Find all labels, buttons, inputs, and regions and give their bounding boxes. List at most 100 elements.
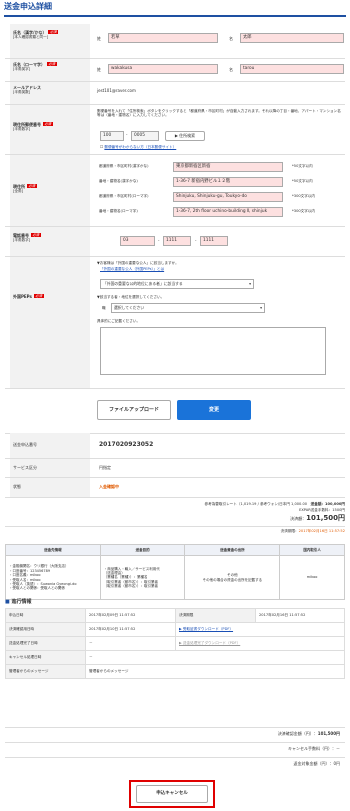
total-label: 返金対象金額（円）： — [293, 761, 334, 766]
label-cell: 現住所 必須 [全角] — [10, 155, 90, 226]
field-sublabel: [半角数字] — [13, 127, 31, 131]
label-cell: メールアドレス [半角英数] — [10, 82, 90, 104]
settlement-amount: 101,500円 — [306, 514, 345, 522]
table-row: 送金処理完了日時 － ▶ 送金処理完了ダウンロード（PDF） — [5, 636, 345, 651]
required-badge: 必須 — [31, 233, 41, 238]
table-row: ・金融機関名：ウリ銀行（大阪支店） ・口座番号：123456789 ・口座名義：… — [5, 555, 345, 600]
table-row: キャンセル処理日時 － — [5, 650, 345, 665]
postal-code-1[interactable]: 100 — [100, 131, 124, 141]
table-row: 決済確認用日時 2017年02月10日 11:57:52 ▶ 受取証書ダウンロー… — [5, 622, 345, 637]
counterparty-cell: mikoo — [279, 555, 345, 600]
sei-roman-input[interactable]: wakakusa — [108, 64, 218, 74]
row-phone: 電話番号 必須 [半角数字] 03 - 1111 - 1111 — [5, 227, 345, 257]
progress-value: － — [85, 650, 345, 665]
address-row-label: 都道府県・市区町村(ローマ字) — [99, 194, 149, 198]
progress-title-text: 進行情報 — [11, 599, 32, 605]
change-button[interactable]: 変更 — [177, 400, 251, 420]
address-input-street-roman[interactable]: 1-36-7, 2th floor uchino-building Ⅱ, shi… — [173, 207, 283, 217]
field-sublabel: [半角数字] — [13, 238, 31, 242]
table-row: 管理者からのメッセージ 管理者からのメッセージ — [5, 664, 345, 679]
divider — [5, 742, 345, 743]
peps-question-3: 具体的にご記載ください。 — [97, 319, 141, 323]
chevron-down-icon: ▾ — [260, 305, 262, 310]
peps-definition-link[interactable]: 「外国の重要な公人（外国PEPs）」とは — [100, 267, 164, 271]
row-postal: 現住所郵便番号 必須 [半角数字] 郵便番号を入れて「住所検索」ボタンをクリックす… — [5, 105, 345, 155]
info-label: 状態 — [10, 478, 90, 497]
mei-label: 名 — [229, 36, 233, 41]
application-cancel-button[interactable]: 申込キャンセル — [136, 785, 208, 803]
field-sublabel: [半角英字] — [13, 67, 31, 71]
row-name-kanji: 氏名（漢字/かな） 必須 [本人確認書類と同一] 姓 若草 名 太郎 — [5, 24, 345, 59]
application-number: 2017020923052 — [99, 441, 154, 448]
receipt-download-link[interactable]: ▶ 受取証書ダウンロード（PDF） — [175, 622, 345, 637]
settlement-amount-line: 決済額：101,500円 — [200, 514, 345, 523]
address-input-street-kanji[interactable]: 1-36-7 新宿内野ビル１２階 — [173, 177, 283, 187]
postal-instructions: 郵便番号を入れて「住所検索」ボタンをクリックすると「都道府県・市区町村」が自動入… — [97, 109, 341, 118]
purpose-cell: ・商品購入・輸入／サービス利用代 （送金理由） （業種名（業種））：業種名 （取… — [99, 555, 186, 600]
phone-input-2[interactable]: 1111 — [163, 236, 191, 246]
send-amount: 送金額：100,000円 — [310, 502, 345, 506]
label-cell: 外国PEPs 必須 — [10, 257, 90, 388]
status-badge: 入金確認中 — [99, 484, 119, 489]
phone-input-3[interactable]: 1111 — [200, 236, 228, 246]
deadline-value: 2017年02月16日 11:57:52 — [298, 529, 345, 533]
progress-key: 管理者からのメッセージ — [5, 664, 86, 679]
progress-key: 決済確認用日時 — [5, 622, 86, 637]
deadline-line: 決済期限：2017年02月16日 11:57:52 — [200, 529, 345, 533]
address-row-label: 番地・建物名(ローマ字) — [99, 209, 138, 213]
exchange-rate-text: 参考為替取引レート（1,019.19 / 参考ウォン/日本円 1,000.00 — [204, 502, 308, 506]
row-email: メールアドレス [半角英数] jest101@raver.com — [5, 82, 345, 105]
source-detail: その他の場合の資金の出所を記載する — [202, 577, 263, 582]
sei-kanji-input[interactable]: 若草 — [108, 33, 218, 43]
mei-roman-input[interactable]: tarou — [240, 64, 344, 74]
completion-download-link[interactable]: ▶ 送金処理完了ダウンロード（PDF） — [175, 636, 345, 651]
required-badge: 必須 — [27, 184, 37, 189]
postal-help-link-text: 郵便番号がわからない方（日本郵便サイト） — [104, 145, 177, 149]
required-badge: 必須 — [33, 294, 44, 299]
file-upload-button[interactable]: ファイルアップロード — [97, 400, 171, 420]
phone-input-1[interactable]: 03 — [120, 236, 155, 246]
mei-kanji-input[interactable]: 太郎 — [240, 33, 344, 43]
label-cell: 現住所郵便番号 必須 [半角数字] — [10, 105, 90, 154]
title-underline — [4, 15, 346, 17]
peps-detail-textarea[interactable] — [100, 327, 326, 375]
label-cell: 氏名（ローマ字） 必須 [半角英字] — [10, 59, 90, 81]
address-note: *300文字以内 — [292, 209, 316, 213]
field-label: 外国PEPs — [13, 294, 32, 299]
total-label: 決済確認金額（円）： — [277, 731, 318, 736]
field-sublabel: [半角英数] — [13, 90, 31, 94]
rate-line-1: 参考為替取引レート（1,019.19 / 参考ウォン/日本円 1,000.00 … — [150, 502, 345, 506]
peps-select-2[interactable]: 選択してください ▾ — [111, 303, 265, 313]
address-input-pref-roman[interactable]: Shinjuku, Shinjuku-gu, Toukyo-do — [173, 192, 283, 202]
phone-dash: - — [195, 238, 197, 243]
address-search-label: 住所検索 — [179, 133, 196, 138]
row-name-roman: 氏名（ローマ字） 必須 [半角英字] 姓 wakakusa 名 tarou — [5, 59, 345, 82]
progress-key: 送金処理完了日時 — [5, 636, 86, 651]
progress-key: キャンセル処理日時 — [5, 650, 86, 665]
total-value: 101,500円 — [317, 731, 340, 736]
progress-section-title: ■ 進行情報 — [5, 599, 31, 605]
total-row: 決済確認金額（円）：101,500円 — [150, 731, 340, 736]
peps-select-1[interactable]: 「外国の重要な公的地位にある者」に該当する ▾ — [100, 279, 254, 289]
address-row-label: 番地・建物名(漢字かな) — [99, 179, 138, 183]
source-cell: その他 その他の場合の資金の出所を記載する — [184, 555, 281, 600]
field-sublabel: [本人確認書類と同一] — [13, 35, 49, 39]
progress-value: 2017年02月09日 11:57:52 — [85, 608, 176, 623]
peps-select-2-value: 選択してください — [114, 305, 145, 310]
address-search-button[interactable]: ▶ 住所検索 — [165, 131, 205, 141]
info-label: 送金申込番号 — [10, 433, 90, 458]
address-input-pref-kanji[interactable]: 東京都新宿区新宿 — [173, 162, 283, 172]
recipient-info-cell: ・金融機関名：ウリ銀行（大阪支店） ・口座番号：123456789 ・口座名義：… — [5, 555, 101, 600]
divider — [5, 727, 345, 728]
column-header: 国内取引人 — [279, 544, 345, 556]
sei-label: 姓 — [97, 67, 101, 72]
total-row: キャンセル手数料（円）：－ — [150, 746, 340, 751]
recipient-info-line: ・受取人との関係：受取人との関係 — [9, 586, 65, 591]
total-value: 0円 — [333, 761, 340, 766]
required-badge: 必須 — [47, 62, 57, 67]
postal-help-link[interactable]: ☐ 郵便番号がわからない方（日本郵便サイト） — [100, 145, 176, 149]
table-header-row: 送金先情報 送金目的 送金資金の出所 国内取引人 — [5, 544, 345, 556]
column-header: 送金目的 — [99, 544, 186, 556]
total-value: － — [336, 746, 340, 751]
postal-code-2[interactable]: 0005 — [131, 131, 159, 141]
